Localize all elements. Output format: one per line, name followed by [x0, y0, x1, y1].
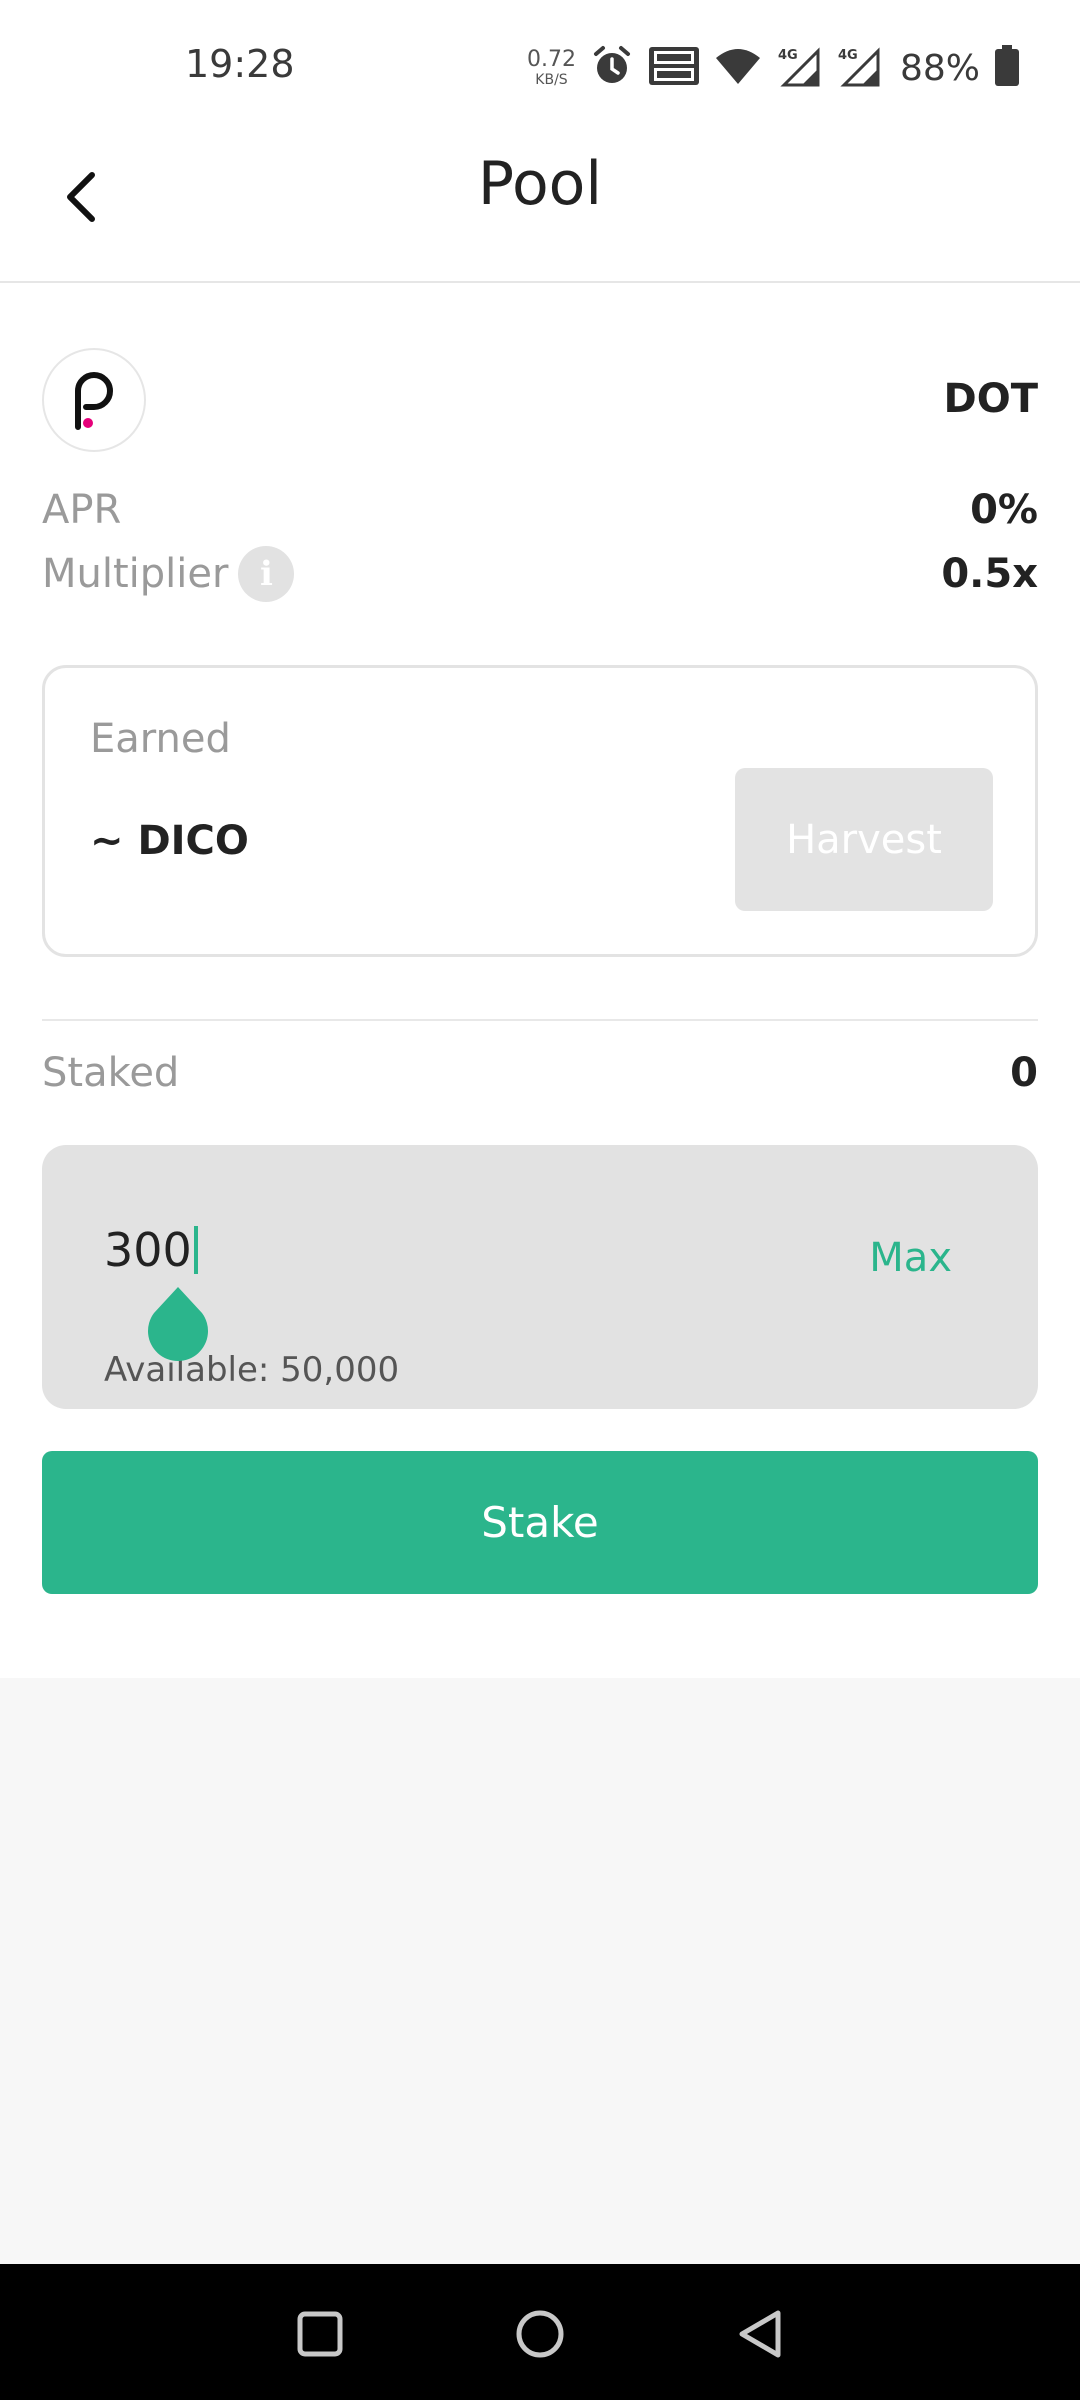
staked-row: Staked 0: [42, 1043, 1038, 1103]
system-nav-bar: [0, 2264, 1080, 2400]
status-time: 19:28: [185, 42, 295, 86]
harvest-button[interactable]: Harvest: [735, 768, 993, 911]
stake-amount-value: 300: [104, 1223, 192, 1277]
status-icons: 0.72 KB/S 4G 4G 88%: [527, 40, 1020, 96]
battery-icon: [994, 45, 1020, 91]
apr-row: APR 0%: [42, 480, 1038, 540]
pool-content: DOT APR 0% Multiplier i 0.5x Earned ~ DI…: [0, 283, 1080, 1678]
wifi-icon: [714, 46, 762, 90]
stake-button[interactable]: Stake: [42, 1451, 1038, 1594]
triangle-back-icon: [739, 2310, 781, 2358]
multiplier-row: Multiplier i 0.5x: [42, 544, 1038, 604]
max-button[interactable]: Max: [869, 1235, 952, 1281]
svg-text:4G: 4G: [838, 48, 858, 63]
polkadot-logo: [42, 348, 146, 452]
page-title: Pool: [477, 149, 603, 219]
multiplier-value: 0.5x: [941, 551, 1038, 597]
staked-label: Staked: [42, 1050, 180, 1096]
earned-value: ~ DICO: [90, 818, 249, 864]
multiplier-label-group: Multiplier i: [42, 546, 295, 602]
earned-label: Earned: [90, 716, 231, 762]
status-bar: 19:28 0.72 KB/S 4G 4G 88%: [0, 0, 1080, 135]
text-cursor-handle[interactable]: [146, 1287, 210, 1363]
network-speed-unit: KB/S: [535, 72, 568, 88]
square-icon: [297, 2311, 343, 2357]
back-nav-button[interactable]: [728, 2302, 792, 2366]
earned-card: Earned ~ DICO Harvest: [42, 665, 1038, 957]
network-speed: 0.72 KB/S: [527, 47, 576, 88]
recents-button[interactable]: [288, 2302, 352, 2366]
divider: [42, 1019, 1038, 1021]
text-caret: [193, 1226, 198, 1274]
apr-label: APR: [42, 487, 122, 533]
multiplier-label: Multiplier: [42, 551, 229, 597]
battery-percent: 88%: [899, 47, 980, 89]
token-row: DOT: [42, 348, 1038, 452]
stake-amount-field[interactable]: 300 Max Available: 50,000: [42, 1145, 1038, 1409]
alarm-icon: [590, 44, 634, 92]
signal-4g-icon: 4G: [776, 45, 822, 91]
network-speed-value: 0.72: [527, 47, 576, 72]
circle-icon: [516, 2310, 564, 2358]
svg-text:4G: 4G: [778, 48, 798, 63]
info-icon[interactable]: i: [238, 546, 295, 602]
staked-value: 0: [1010, 1050, 1038, 1096]
apr-value: 0%: [970, 487, 1038, 533]
token-symbol: DOT: [943, 376, 1039, 422]
home-button[interactable]: [508, 2302, 572, 2366]
volte-icon: [648, 46, 700, 90]
stake-amount-input[interactable]: 300: [104, 1223, 198, 1277]
app-header: Pool: [0, 135, 1080, 283]
signal-4g-icon-2: 4G: [836, 45, 882, 91]
